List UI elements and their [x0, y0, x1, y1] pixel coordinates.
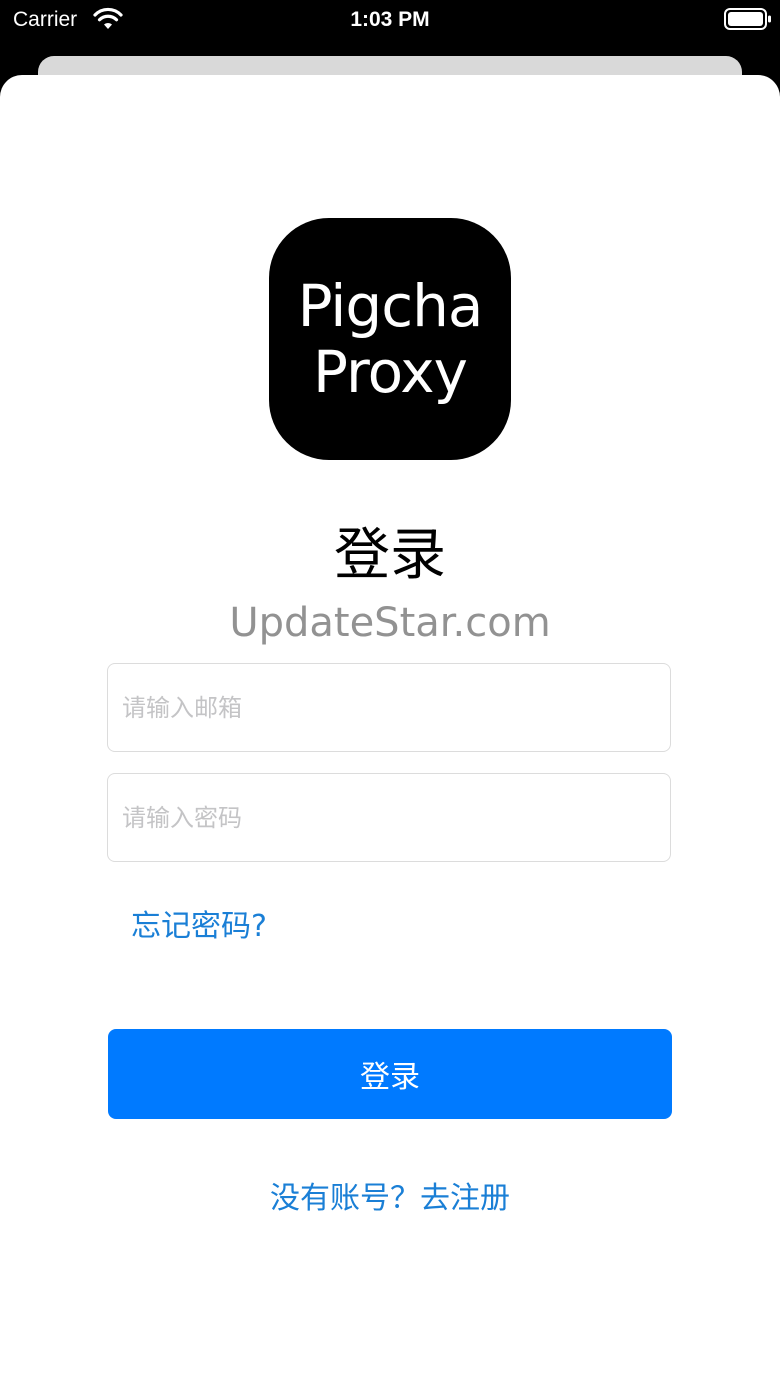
- password-field-container: [107, 773, 671, 862]
- app-logo: Pigcha Proxy: [269, 218, 511, 460]
- page-title: 登录: [334, 523, 446, 588]
- login-screen: Carrier 1:03 PM Pigcha Proxy 登录 忘记密码? 登录…: [0, 0, 780, 1387]
- status-time: 1:03 PM: [350, 8, 430, 31]
- app-logo-line2: Proxy: [313, 338, 468, 406]
- email-field-container: [107, 663, 671, 752]
- register-link[interactable]: 没有账号？去注册: [0, 1179, 780, 1219]
- password-field[interactable]: [108, 774, 670, 861]
- login-button[interactable]: 登录: [108, 1029, 672, 1119]
- app-logo-line1: Pigcha: [297, 272, 484, 340]
- login-sheet: Pigcha Proxy 登录 忘记密码? 登录 没有账号？去注册: [0, 75, 780, 1387]
- email-field[interactable]: [108, 664, 670, 751]
- battery-icon: [724, 8, 771, 30]
- forgot-password-link[interactable]: 忘记密码?: [131, 907, 267, 947]
- status-bar: Carrier 1:03 PM: [0, 0, 780, 40]
